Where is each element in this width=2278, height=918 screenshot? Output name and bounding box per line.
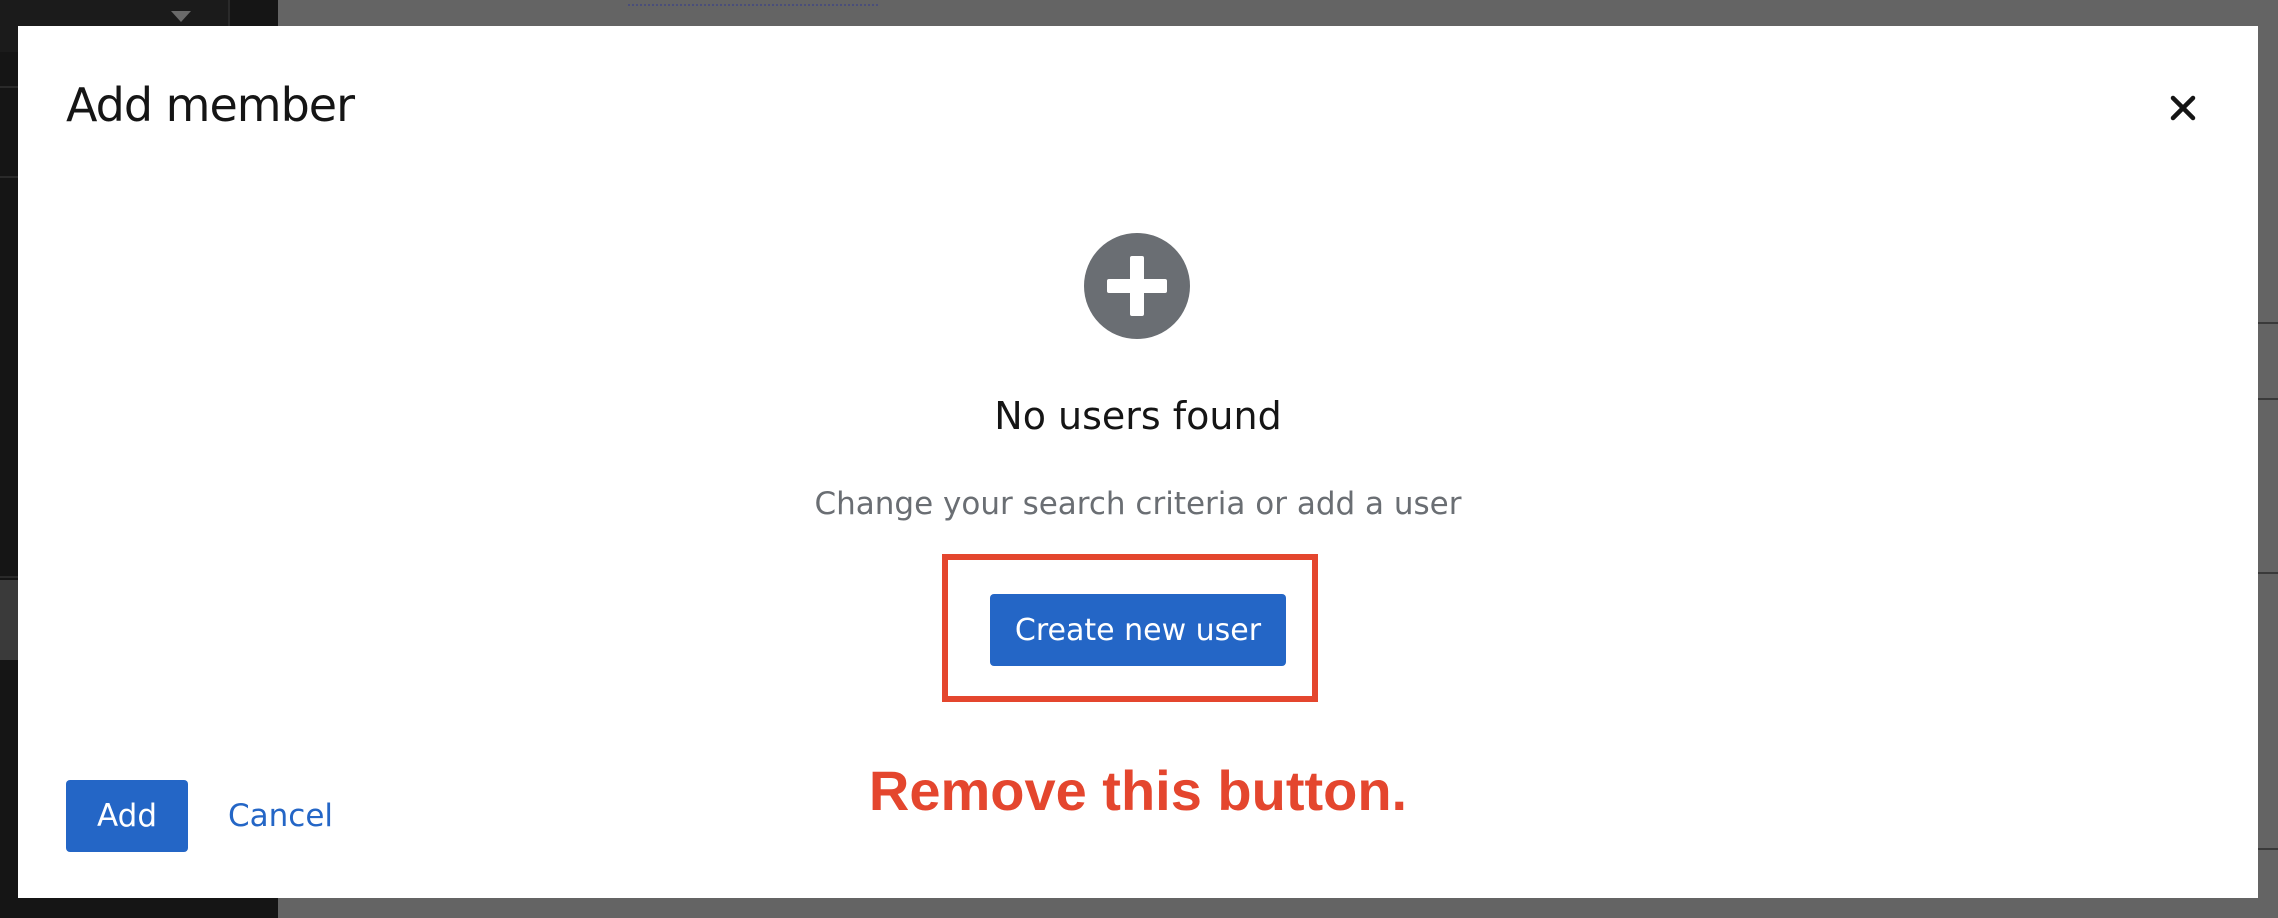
background-divider xyxy=(2258,322,2278,324)
plus-circle-icon xyxy=(1084,233,1190,339)
background-sidebar-active-item xyxy=(0,580,18,660)
cancel-button[interactable]: Cancel xyxy=(228,780,333,852)
add-member-modal: Add member No users found Change your se… xyxy=(18,26,2258,898)
add-button[interactable]: Add xyxy=(66,780,188,852)
annotation-highlight-box xyxy=(942,554,1318,702)
annotation-text: Remove this button. xyxy=(868,759,1408,822)
empty-state-body: Change your search criteria or add a use… xyxy=(814,486,1462,522)
background-link xyxy=(628,0,878,6)
background-divider xyxy=(2258,848,2278,850)
background-divider xyxy=(2258,398,2278,400)
empty-state-title: No users found xyxy=(994,394,1282,438)
background-divider xyxy=(2258,572,2278,574)
caret-down-icon xyxy=(171,11,191,22)
